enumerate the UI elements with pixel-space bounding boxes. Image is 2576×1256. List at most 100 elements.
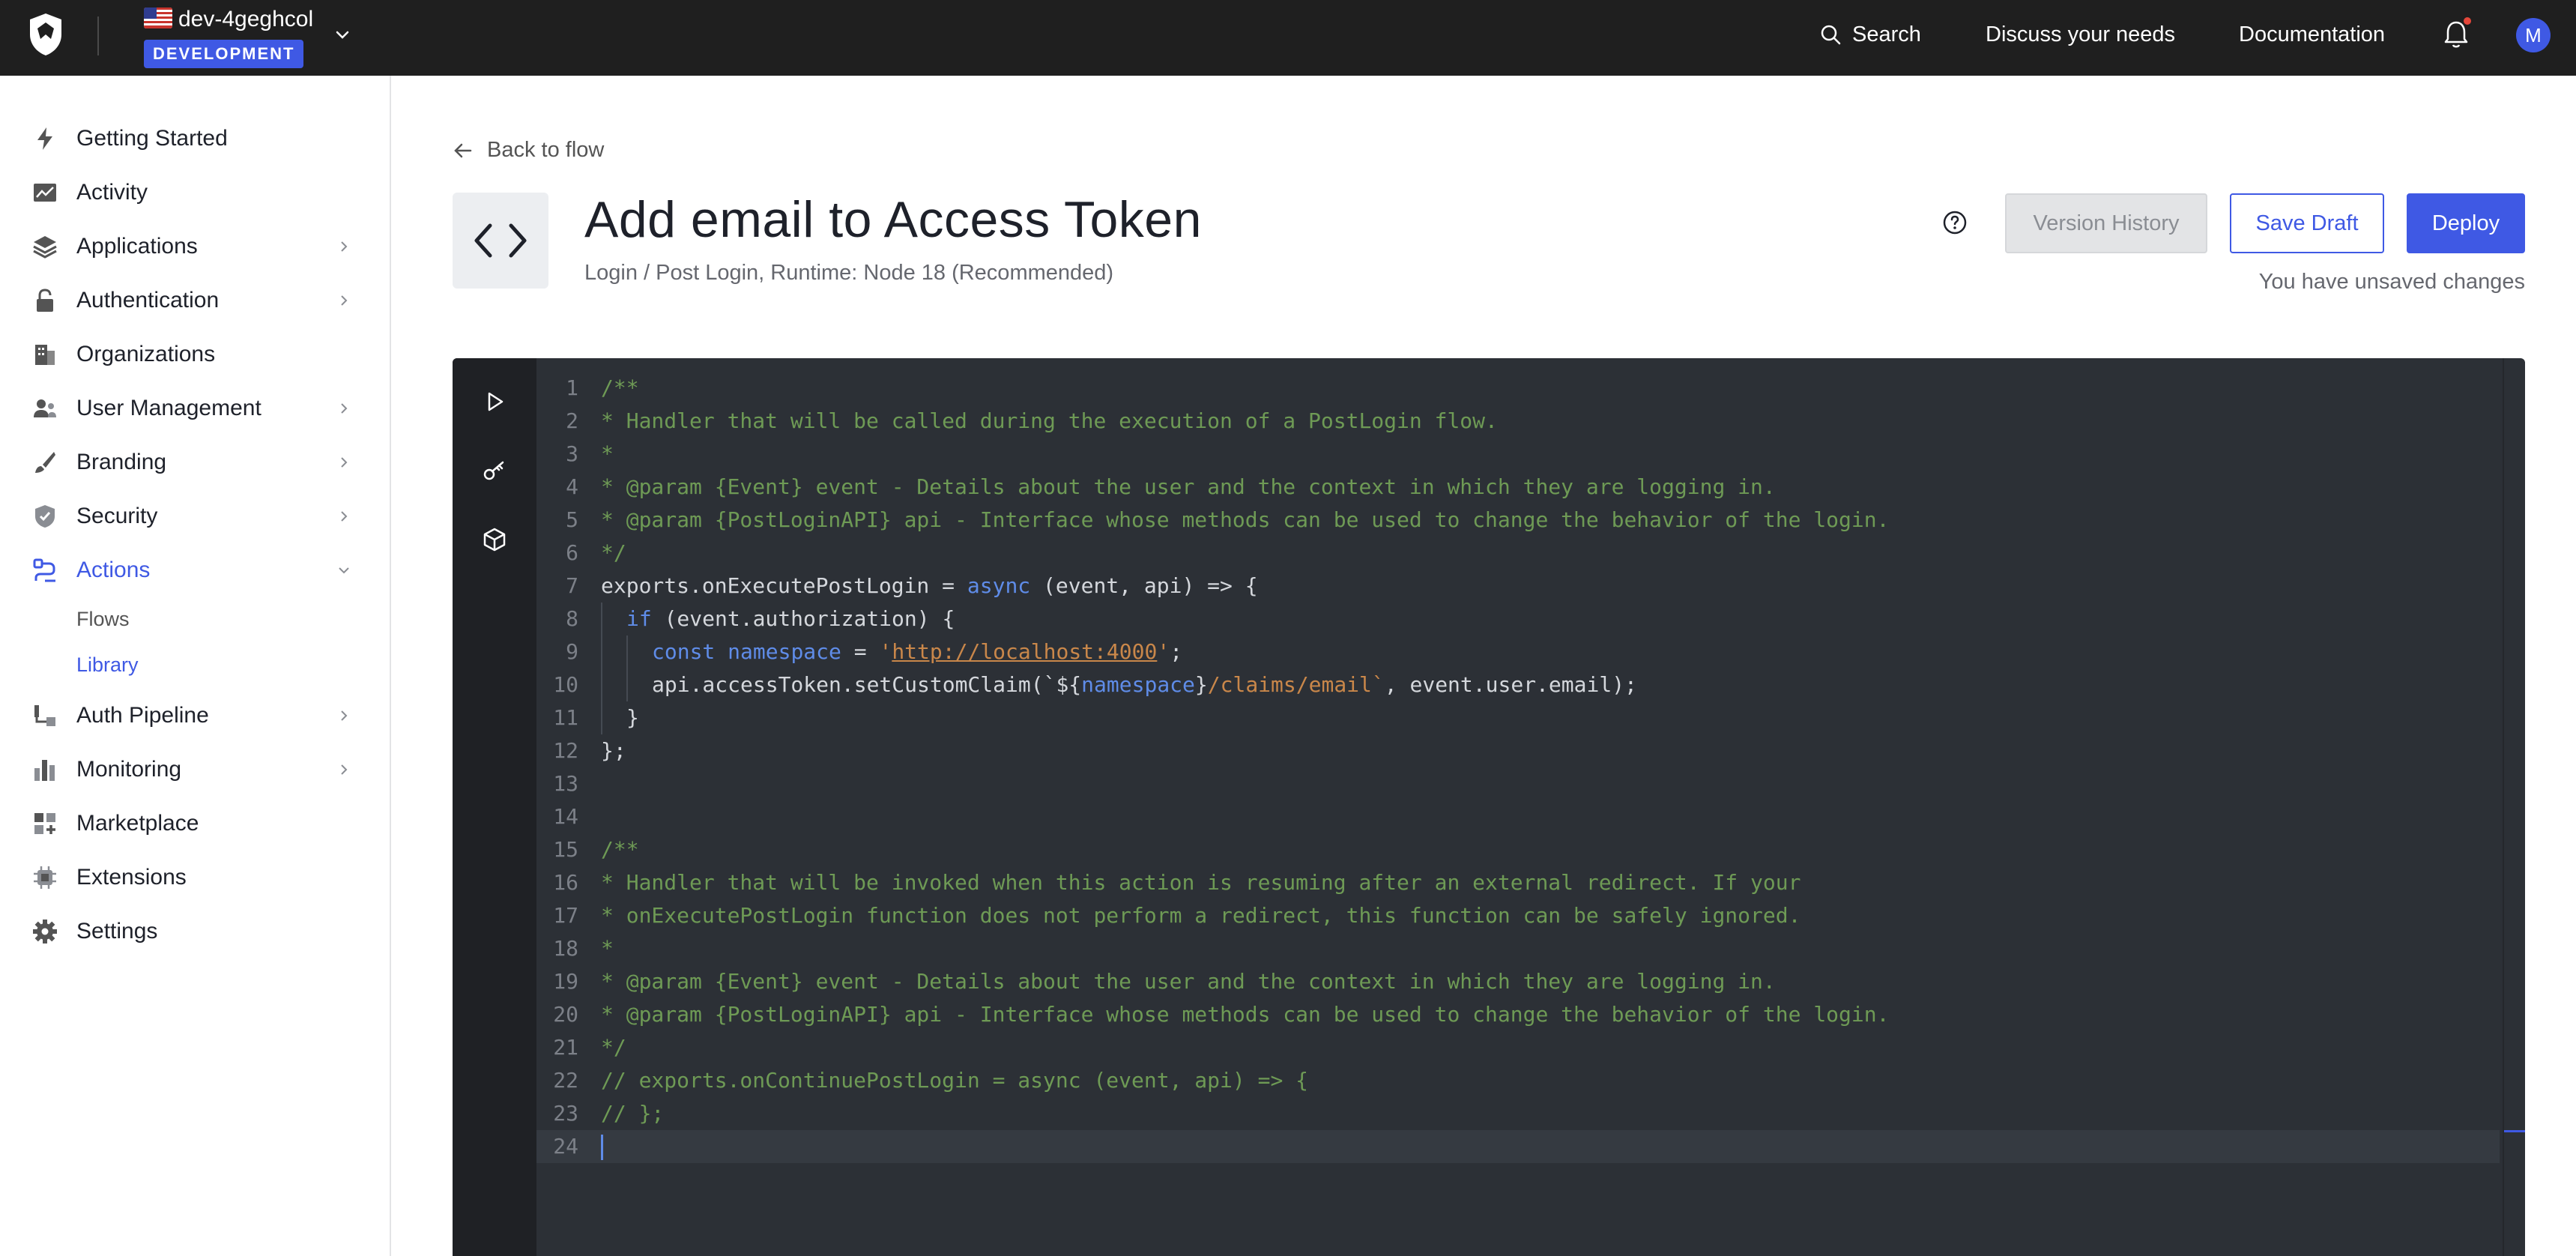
chevron-down-icon[interactable] — [331, 24, 354, 46]
sidebar-item-user-management[interactable]: User Management — [0, 386, 390, 431]
shield-icon — [35, 505, 55, 528]
sidebar-item-branding[interactable]: Branding — [0, 440, 390, 485]
page-title: Add email to Access Token — [584, 191, 1202, 248]
bar-chart-icon — [34, 760, 55, 781]
code-text: * @param {PostLoginAPI} api - Interface … — [601, 1002, 1890, 1027]
sidebar-item-applications[interactable]: Applications — [0, 224, 390, 269]
code-text: api.accessToken.setCustomClaim(`${namesp… — [652, 672, 1637, 697]
help-circle-icon[interactable] — [1942, 210, 1968, 235]
sidebar-subitem-library[interactable]: Library — [76, 653, 139, 677]
version-history-button[interactable]: Version History — [2005, 193, 2207, 253]
sidebar-item-label: Authentication — [76, 288, 220, 313]
pipeline-icon — [34, 705, 55, 726]
code-content[interactable]: 1 /** 2 * Handler that will be called duri… — [536, 372, 2500, 1163]
run-test-button[interactable] — [478, 385, 511, 418]
search-button[interactable]: Search — [1819, 19, 1921, 49]
code-line: 17 * onExecutePostLogin function does not… — [536, 899, 2500, 932]
sidebar-item-label: Organizations — [76, 342, 216, 366]
scrollbar-position-marker[interactable] — [2504, 1130, 2525, 1132]
code-line: 6 */ — [536, 537, 2500, 570]
code-text: const namespace = 'http://localhost:4000… — [652, 639, 1183, 664]
search-label: Search — [1852, 22, 1921, 46]
dependencies-button[interactable] — [478, 523, 511, 556]
line-number: 12 — [553, 738, 578, 763]
sidebar-item-label: Activity — [76, 180, 148, 205]
code-text: * @param {Event} event - Details about t… — [601, 474, 1776, 499]
chevron-right-icon — [341, 457, 348, 468]
discuss-your-needs-link[interactable]: Discuss your needs — [1986, 19, 2175, 49]
line-number: 18 — [553, 936, 578, 961]
sidebar-item-monitoring[interactable]: Monitoring — [0, 747, 390, 792]
sidebar-item-settings[interactable]: Settings — [0, 909, 390, 954]
sidebar-subitem-flows[interactable]: Flows — [76, 608, 130, 631]
package-box-icon — [483, 528, 506, 552]
sidebar-item-security[interactable]: Security — [0, 494, 390, 539]
line-number: 13 — [553, 771, 578, 796]
line-number: 23 — [553, 1101, 578, 1126]
sidebar-item-label: Actions — [76, 558, 151, 582]
sidebar-item-organizations[interactable]: Organizations — [0, 332, 390, 377]
building-icon — [35, 345, 55, 365]
arrow-left-icon — [454, 143, 472, 157]
editor-minimap-edge — [2503, 358, 2504, 1256]
line-number: 5 — [566, 507, 578, 532]
sidebar-item-actions[interactable]: Actions — [0, 548, 390, 593]
sidebar-item-getting-started[interactable]: Getting Started — [0, 116, 390, 161]
code-text: * — [601, 441, 614, 466]
line-number: 1 — [566, 375, 578, 400]
code-line-current: 24 — [536, 1130, 2500, 1163]
line-number: 19 — [553, 969, 578, 994]
layers-icon — [33, 236, 57, 259]
sidebar-item-authentication[interactable]: Authentication — [0, 278, 390, 323]
tenant-name: dev-4geghcol — [178, 7, 314, 31]
line-number: 22 — [553, 1068, 578, 1093]
code-line: 10 api.accessToken.setCustomClaim(`${name… — [536, 668, 2500, 701]
user-avatar[interactable]: M — [2516, 18, 2551, 52]
editor-toolbar — [453, 358, 536, 1256]
code-text: * @param {Event} event - Details about t… — [601, 969, 1776, 994]
code-brackets-icon — [474, 223, 527, 258]
line-number: 15 — [553, 837, 578, 862]
code-text: // }; — [601, 1101, 665, 1126]
us-flag-icon — [144, 7, 172, 28]
lock-icon — [37, 289, 53, 312]
code-text: * @param {PostLoginAPI} api - Interface … — [601, 507, 1890, 532]
code-line: 1 /** — [536, 372, 2500, 405]
code-text: /** — [601, 375, 639, 400]
code-text: if (event.authorization) { — [626, 606, 955, 631]
secrets-button[interactable] — [478, 454, 511, 487]
gear-icon — [33, 920, 57, 943]
code-line: 3 * — [536, 438, 2500, 471]
chevron-right-icon — [341, 764, 348, 775]
chevron-down-icon — [339, 567, 349, 574]
chevron-right-icon — [341, 710, 348, 721]
sidebar-item-activity[interactable]: Activity — [0, 170, 390, 215]
sidebar: Getting Started Activity Applications Au… — [0, 76, 391, 1256]
sidebar-item-auth-pipeline[interactable]: Auth Pipeline — [0, 693, 390, 738]
code-text: /** — [601, 837, 639, 862]
chevron-right-icon — [341, 295, 348, 306]
code-line: 18 * — [536, 932, 2500, 965]
line-number: 11 — [553, 705, 578, 730]
brush-icon — [35, 452, 55, 473]
back-to-flow-link[interactable]: Back to flow — [453, 138, 604, 163]
code-text: */ — [601, 540, 626, 565]
sidebar-item-marketplace[interactable]: Marketplace — [0, 801, 390, 846]
documentation-link[interactable]: Documentation — [2239, 19, 2385, 49]
code-text: */ — [601, 1035, 626, 1060]
top-bar: dev-4geghcol DEVELOPMENT Search Discuss … — [0, 0, 2576, 76]
code-line: 20 * @param {PostLoginAPI} api - Interfac… — [536, 998, 2500, 1031]
chevron-right-icon — [341, 511, 348, 522]
sidebar-item-label: Marketplace — [76, 811, 199, 836]
code-line: 14 — [536, 800, 2500, 833]
code-line: 22 // exports.onContinuePostLogin = async… — [536, 1064, 2500, 1097]
sidebar-item-label: Auth Pipeline — [76, 703, 209, 728]
code-line: 15 /** — [536, 833, 2500, 866]
auth0-logo-icon[interactable] — [27, 12, 64, 57]
users-icon — [34, 399, 56, 417]
code-text: * Handler that will be invoked when this… — [601, 870, 1801, 895]
sidebar-item-extensions[interactable]: Extensions — [0, 855, 390, 900]
deploy-button[interactable]: Deploy — [2407, 193, 2525, 253]
save-draft-button[interactable]: Save Draft — [2230, 193, 2384, 253]
environment-badge: DEVELOPMENT — [144, 40, 304, 68]
